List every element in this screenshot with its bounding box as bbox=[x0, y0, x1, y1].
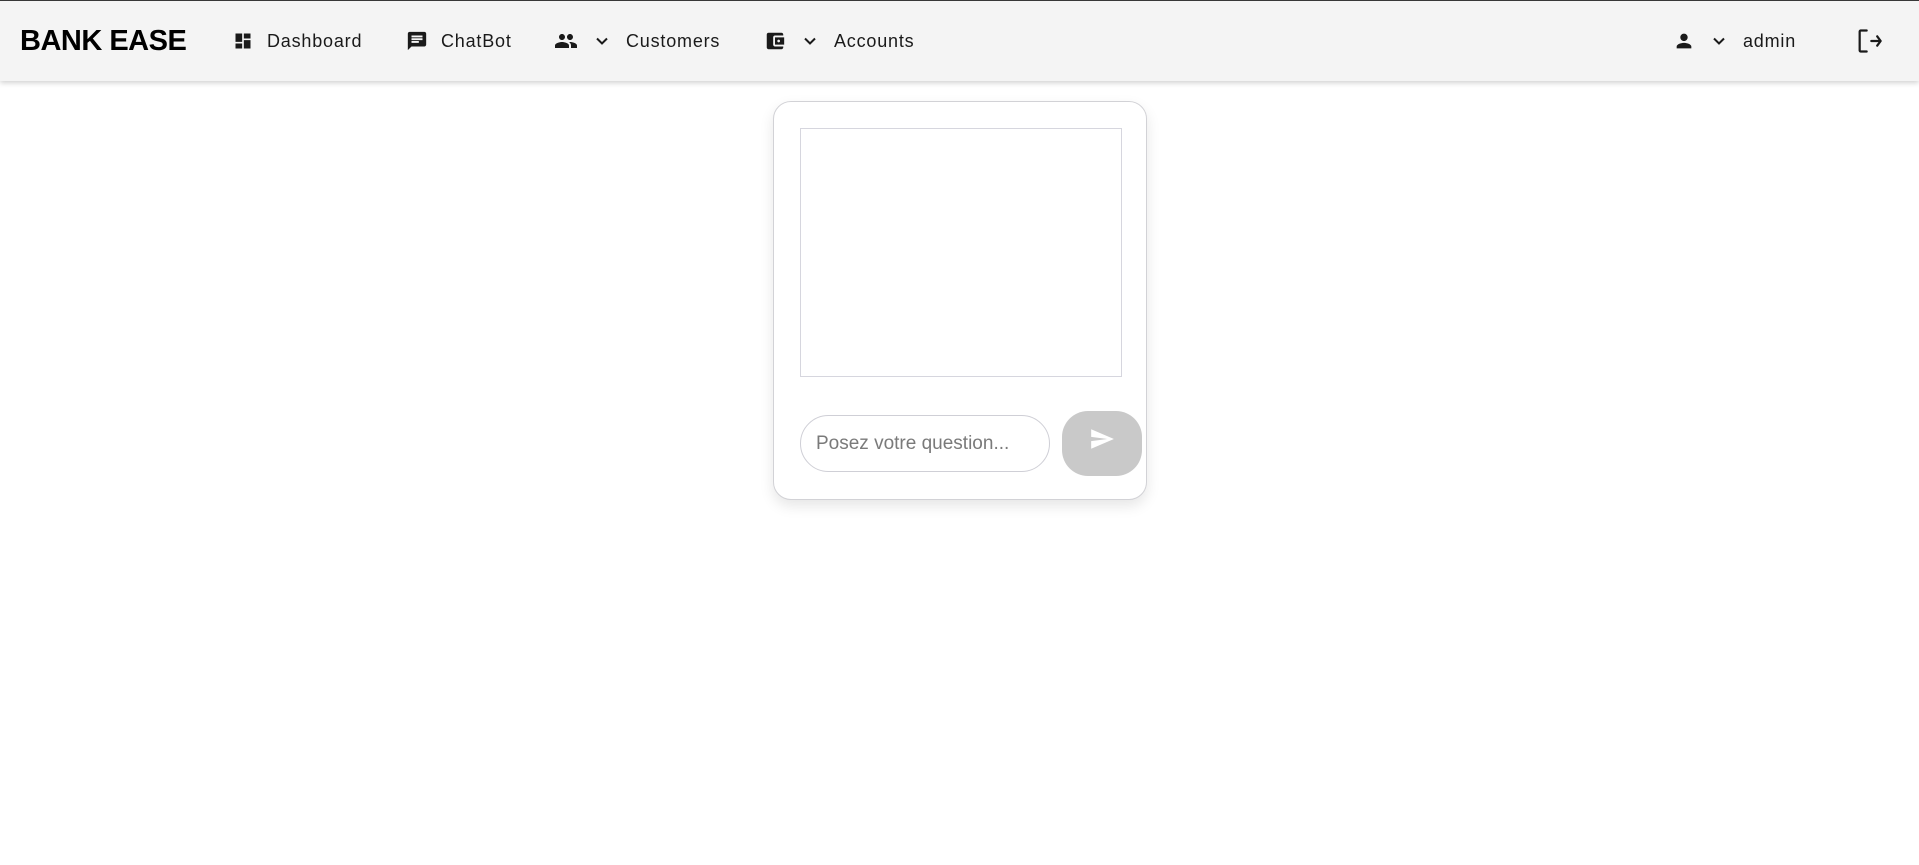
nav-label-accounts: Accounts bbox=[834, 30, 915, 51]
nav-item-customers[interactable]: Customers bbox=[554, 1, 720, 81]
user-name: admin bbox=[1743, 30, 1797, 51]
logout-button[interactable] bbox=[1855, 1, 1883, 81]
brand-logo[interactable]: BANK EASE bbox=[20, 1, 187, 81]
nav-label-dashboard: Dashboard bbox=[267, 30, 363, 51]
nav-label-chatbot: ChatBot bbox=[441, 30, 512, 51]
wallet-icon bbox=[764, 30, 786, 52]
nav-item-chatbot[interactable]: ChatBot bbox=[406, 1, 512, 81]
top-navbar: BANK EASE Dashboard ChatBot Customers Ac… bbox=[0, 1, 1919, 81]
chat-messages-area[interactable] bbox=[800, 128, 1122, 377]
send-button[interactable] bbox=[1062, 411, 1142, 476]
chevron-down-icon[interactable] bbox=[592, 31, 612, 51]
question-input[interactable] bbox=[800, 415, 1050, 472]
chevron-down-icon[interactable] bbox=[1709, 31, 1729, 51]
user-menu[interactable]: admin bbox=[1673, 1, 1796, 81]
send-icon bbox=[1089, 426, 1115, 452]
dashboard-icon bbox=[233, 31, 253, 51]
nav-item-dashboard[interactable]: Dashboard bbox=[233, 1, 362, 81]
nav-item-accounts[interactable]: Accounts bbox=[764, 1, 914, 81]
logout-icon[interactable] bbox=[1855, 27, 1883, 55]
chevron-down-icon[interactable] bbox=[800, 31, 820, 51]
chatbot-card bbox=[773, 101, 1147, 500]
person-icon bbox=[1673, 30, 1695, 52]
people-icon bbox=[554, 29, 578, 53]
nav-label-customers: Customers bbox=[626, 30, 721, 51]
chat-icon bbox=[406, 30, 428, 52]
